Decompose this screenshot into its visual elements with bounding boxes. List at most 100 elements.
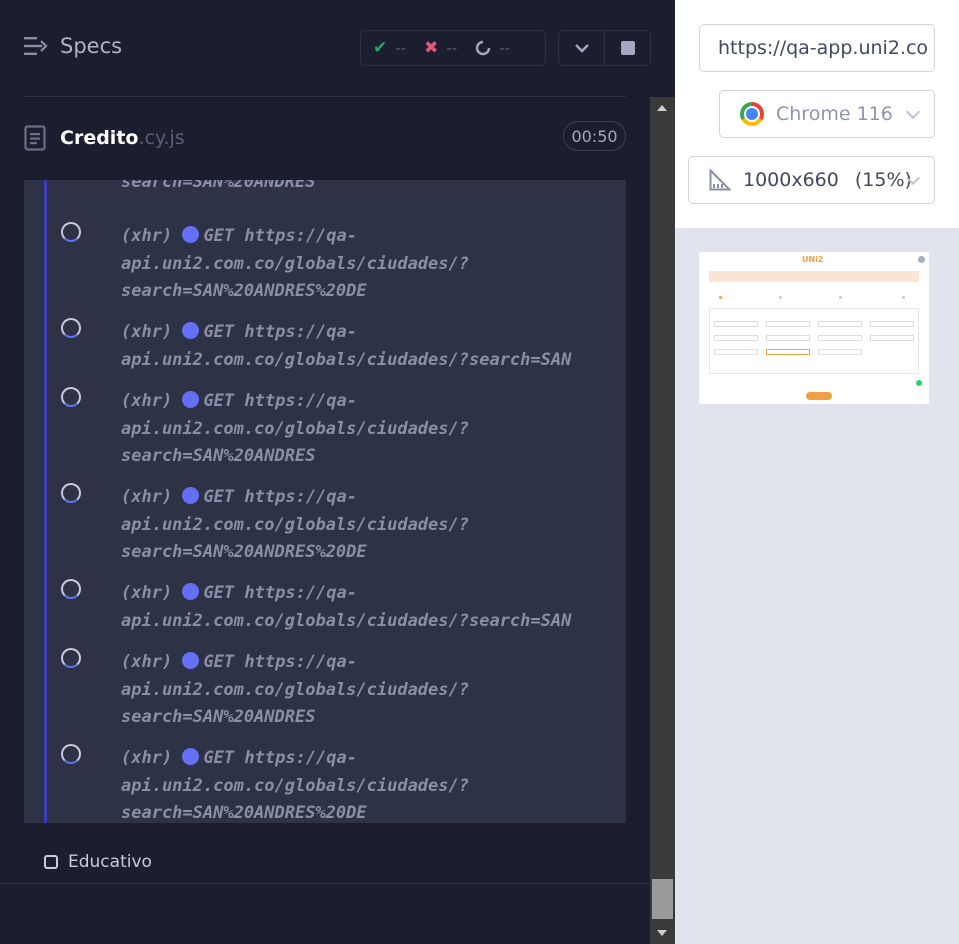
viewport-scale: (15%) bbox=[854, 169, 912, 191]
command-message: (xhr) GET https://qa-api.uni2.com.co/glo… bbox=[121, 388, 621, 471]
command-method: GET bbox=[203, 487, 235, 507]
command-url-line: https://qa- bbox=[244, 391, 357, 411]
preview-form-card bbox=[709, 308, 919, 374]
command-message: (xhr) GET https://qa-api.uni2.com.co/glo… bbox=[121, 223, 621, 306]
preview-logo: UNi2 bbox=[802, 255, 824, 264]
scroll-up-arrow-icon[interactable] bbox=[657, 105, 667, 111]
command-type: (xhr) bbox=[121, 487, 173, 507]
command-url-line: search=SAN%20ANDRES%20DE bbox=[121, 281, 367, 301]
preview-field bbox=[714, 349, 758, 355]
preview-field bbox=[870, 321, 914, 327]
pending-spinner-icon bbox=[61, 648, 81, 668]
document-icon bbox=[24, 125, 46, 151]
command-url-line: https://qa- bbox=[244, 583, 357, 603]
status-dot-icon bbox=[182, 487, 200, 504]
command-url-line: search=SAN%20ANDRES bbox=[121, 446, 316, 466]
specs-label: Specs bbox=[60, 34, 123, 58]
preview-field bbox=[818, 349, 862, 355]
command-message: (xhr) GET https://qa-api.uni2.com.co/glo… bbox=[121, 484, 621, 567]
passed-count: -- bbox=[395, 39, 407, 57]
command-message: (xhr) GET https://qa-api.uni2.com.co/glo… bbox=[121, 649, 621, 732]
preview-field bbox=[870, 335, 914, 341]
url-field[interactable]: https://qa-app.uni2.co bbox=[699, 24, 935, 72]
command-type: (xhr) bbox=[121, 391, 173, 411]
stop-button[interactable] bbox=[604, 31, 650, 65]
stop-icon bbox=[620, 41, 635, 55]
preview-steps bbox=[709, 288, 919, 302]
cross-icon: ✖ bbox=[424, 38, 439, 58]
browser-selector[interactable]: Chrome 116 bbox=[719, 90, 935, 138]
command-method: GET bbox=[203, 322, 235, 342]
command-url-line: api.uni2.com.co/globals/ciudades/? bbox=[121, 775, 469, 796]
reporter-scrollbar[interactable] bbox=[650, 97, 675, 944]
pending-spinner-icon bbox=[475, 40, 491, 56]
run-timer: 00:50 bbox=[563, 121, 626, 151]
aut-panel: https://qa-app.uni2.co Chrome 116 1000x6… bbox=[675, 0, 959, 944]
command-type: (xhr) bbox=[121, 226, 173, 246]
command-url-line: https://qa- bbox=[244, 748, 357, 768]
pending-spinner-icon bbox=[61, 222, 81, 242]
preview-field bbox=[818, 335, 862, 341]
command-type: (xhr) bbox=[121, 322, 173, 342]
command-url-line: https://qa- bbox=[244, 652, 357, 672]
status-dot-icon bbox=[182, 652, 200, 669]
viewport-selector[interactable]: 1000x660 (15%) bbox=[688, 156, 935, 204]
command-message: (xhr) GET https://qa-api.uni2.com.co/glo… bbox=[121, 580, 621, 635]
preview-field bbox=[766, 321, 810, 327]
ruler-icon bbox=[709, 169, 731, 191]
preview-logo-text: UNi2 bbox=[802, 255, 824, 264]
pending-count: -- bbox=[499, 39, 510, 57]
spec-title: Credito .cy.js 00:50 bbox=[24, 118, 626, 158]
failed-stat: ✖ -- bbox=[424, 38, 457, 58]
header-divider bbox=[24, 96, 626, 97]
check-icon: ✔ bbox=[373, 38, 388, 58]
pending-spinner-icon bbox=[61, 744, 81, 764]
command-url-line: search=SAN%20ANDRES%20DE bbox=[121, 542, 367, 562]
command-message: (xhr) GET https://qa-api.uni2.com.co/glo… bbox=[121, 745, 621, 823]
aut-preview: UNi2 bbox=[699, 252, 929, 404]
specs-button[interactable]: Specs bbox=[24, 34, 122, 58]
preview-field-selected bbox=[766, 349, 810, 355]
suite-educativo[interactable]: Educativo bbox=[44, 852, 152, 872]
preview-step-dot bbox=[902, 296, 905, 299]
preview-banner bbox=[709, 271, 919, 282]
status-dot-icon bbox=[182, 748, 200, 765]
whatsapp-icon bbox=[916, 380, 922, 386]
command-method: GET bbox=[203, 583, 235, 603]
command-fragment: search=SAN%20ANDRES bbox=[121, 180, 316, 192]
scroll-thumb[interactable] bbox=[652, 879, 673, 919]
status-dot-icon bbox=[182, 583, 200, 600]
command-url-line: https://qa- bbox=[244, 322, 357, 342]
preview-field bbox=[766, 335, 810, 341]
command-url-line: api.uni2.com.co/globals/ciudades/?search… bbox=[121, 349, 572, 370]
preview-avatar bbox=[918, 256, 925, 263]
command-url-line: search=SAN%20ANDRES%20DE bbox=[121, 803, 367, 823]
browser-label: Chrome 116 bbox=[776, 103, 893, 125]
preview-step-dot bbox=[839, 296, 842, 299]
preview-step-dot bbox=[779, 296, 782, 299]
command-type: (xhr) bbox=[121, 748, 173, 768]
command-url-line: api.uni2.com.co/globals/ciudades/?search… bbox=[121, 610, 572, 631]
spec-name: Credito bbox=[60, 127, 139, 149]
pending-stat: -- bbox=[475, 39, 510, 57]
pending-spinner-icon bbox=[61, 387, 81, 407]
preview-pager bbox=[806, 392, 832, 400]
command-type: (xhr) bbox=[121, 652, 173, 672]
viewport-size: 1000x660 bbox=[743, 169, 839, 191]
status-dot-icon bbox=[182, 226, 200, 243]
preview-field bbox=[714, 335, 758, 341]
failed-count: -- bbox=[446, 39, 458, 57]
chevron-down-icon bbox=[574, 44, 589, 53]
command-url-line: api.uni2.com.co/globals/ciudades/? bbox=[121, 514, 469, 535]
command-method: GET bbox=[203, 748, 235, 768]
scroll-down-arrow-icon[interactable] bbox=[657, 930, 667, 936]
pending-spinner-icon bbox=[61, 483, 81, 503]
collapse-button[interactable] bbox=[559, 31, 604, 65]
preview-step-dot bbox=[719, 296, 722, 299]
suite-label: Educativo bbox=[68, 852, 152, 872]
command-method: GET bbox=[203, 226, 235, 246]
footer-divider bbox=[0, 883, 650, 884]
pending-spinner-icon bbox=[61, 318, 81, 338]
spec-extension: .cy.js bbox=[138, 127, 185, 149]
status-dot-icon bbox=[182, 322, 200, 339]
